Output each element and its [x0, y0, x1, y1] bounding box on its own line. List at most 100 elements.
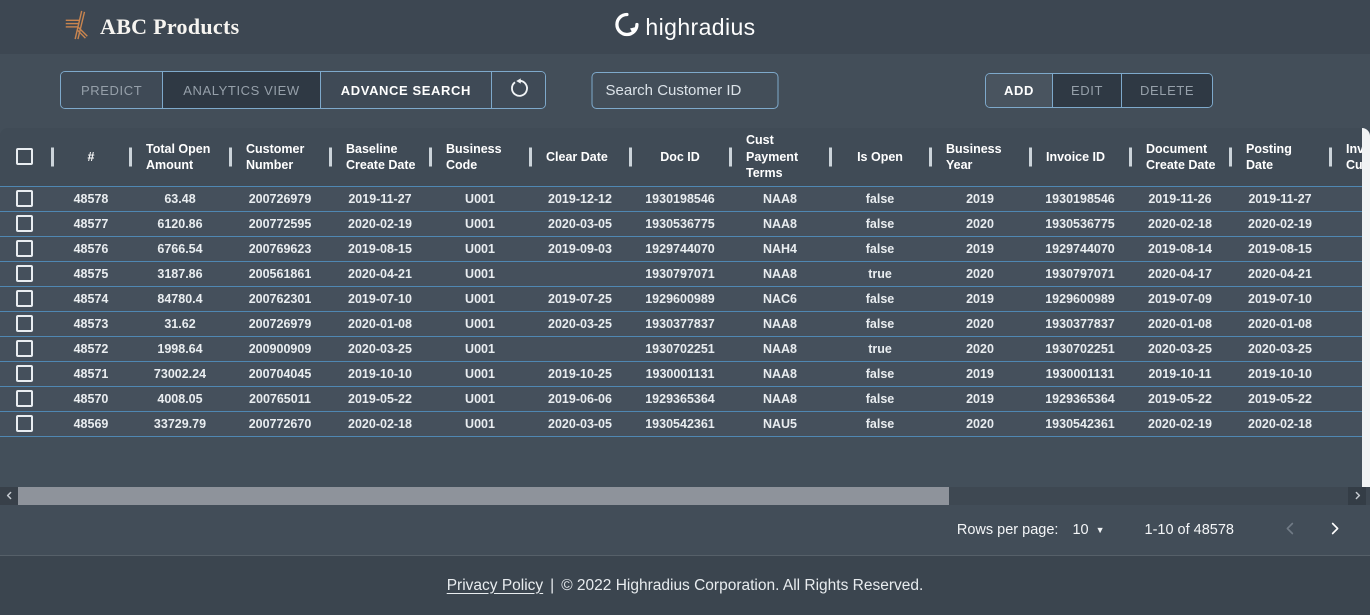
advance-search-button[interactable]: ADVANCE SEARCH [320, 72, 491, 108]
table-cell: 2019-10-25 [530, 361, 630, 386]
add-button[interactable]: ADD [986, 74, 1052, 107]
table-row[interactable]: 4857331.622007269792020-01-08U0012020-03… [0, 311, 1362, 336]
table-cell: 2019 [930, 236, 1030, 261]
row-checkbox[interactable] [16, 390, 33, 407]
vertical-scrollbar[interactable] [1362, 128, 1370, 487]
column-header[interactable]: Business Code [430, 128, 530, 186]
table-cell: 200772595 [230, 211, 330, 236]
table-cell: 1930536775 [1030, 211, 1130, 236]
row-checkbox[interactable] [16, 215, 33, 232]
predict-button[interactable]: PREDICT [61, 72, 162, 108]
column-header[interactable]: Document Create Date [1130, 128, 1230, 186]
table-cell: NAH4 [730, 236, 830, 261]
crud-button-group: ADD EDIT DELETE [985, 73, 1213, 108]
column-header[interactable]: Cust Payment Terms [730, 128, 830, 186]
app-root: ABC Products highradius PREDICT ANALYTIC… [0, 0, 1370, 615]
row-checkbox[interactable] [16, 365, 33, 382]
column-header[interactable]: Customer Number [230, 128, 330, 186]
horizontal-scrollbar-thumb[interactable] [18, 487, 949, 505]
table-cell [1330, 411, 1362, 436]
table-cell: NAA8 [730, 361, 830, 386]
table-cell: 1930797071 [630, 261, 730, 286]
column-header[interactable]: Invoice ID [1030, 128, 1130, 186]
abc-products-logo-icon [62, 9, 92, 46]
column-header[interactable]: Is Open [830, 128, 930, 186]
table-cell: 2020-02-18 [330, 411, 430, 436]
table-cell: 4008.05 [130, 386, 230, 411]
row-checkbox[interactable] [16, 240, 33, 257]
table-cell: 1998.64 [130, 336, 230, 361]
highradius-icon [614, 12, 639, 42]
column-header[interactable]: Posting Date [1230, 128, 1330, 186]
table-cell: false [830, 361, 930, 386]
table-cell: U001 [430, 336, 530, 361]
refresh-button[interactable] [491, 72, 545, 108]
page-range-label: 1-10 of 48578 [1145, 522, 1235, 538]
table-cell: 2019-09-03 [530, 236, 630, 261]
edit-button[interactable]: EDIT [1052, 74, 1121, 107]
horizontal-scrollbar[interactable] [0, 487, 1370, 505]
scroll-right-button[interactable] [1348, 487, 1366, 505]
search-input[interactable] [592, 72, 779, 109]
column-header[interactable]: Total Open Amount [130, 128, 230, 186]
row-checkbox[interactable] [16, 415, 33, 432]
table-cell: 2020 [930, 211, 1030, 236]
previous-page-button[interactable] [1276, 516, 1304, 544]
column-header[interactable]: Business Year [930, 128, 1030, 186]
table-cell: 2019 [930, 386, 1030, 411]
table-cell: 48569 [52, 411, 130, 436]
table-cell [1330, 211, 1362, 236]
table-row[interactable]: 4856933729.792007726702020-02-18U0012020… [0, 411, 1362, 436]
table-cell: 2020-01-08 [330, 311, 430, 336]
table-row[interactable]: 485753187.862005618612020-04-21U00119307… [0, 261, 1362, 286]
rows-per-page-select[interactable]: 10 ▼ [1072, 522, 1104, 538]
analytics-view-button[interactable]: ANALYTICS VIEW [162, 72, 320, 108]
table-cell: 2020-03-25 [530, 311, 630, 336]
table-cell: 2019-10-10 [330, 361, 430, 386]
brand-title: ABC Products [100, 14, 239, 40]
table-cell: 1930198546 [1030, 186, 1130, 211]
column-header[interactable]: Baseline Create Date [330, 128, 430, 186]
scroll-left-button[interactable] [0, 487, 18, 505]
table-cell: 31.62 [130, 311, 230, 336]
next-page-button[interactable] [1320, 516, 1348, 544]
table-cell: U001 [430, 361, 530, 386]
row-checkbox[interactable] [16, 340, 33, 357]
table-cell [1330, 386, 1362, 411]
table-clip: #Total Open AmountCustomer NumberBaselin… [0, 128, 1362, 487]
table-cell: true [830, 261, 930, 286]
table-cell: U001 [430, 286, 530, 311]
privacy-policy-link[interactable]: Privacy Policy [447, 577, 543, 595]
table-cell: 1930198546 [630, 186, 730, 211]
column-header[interactable]: Doc ID [630, 128, 730, 186]
table-cell: 1930001131 [1030, 361, 1130, 386]
dropdown-caret-icon: ▼ [1096, 525, 1105, 535]
row-checkbox[interactable] [16, 315, 33, 332]
row-checkbox-cell [0, 286, 52, 311]
table-row[interactable]: 4857863.482007269792019-11-27U0012019-12… [0, 186, 1362, 211]
table-cell: 1930797071 [1030, 261, 1130, 286]
row-checkbox[interactable] [16, 190, 33, 207]
row-checkbox[interactable] [16, 290, 33, 307]
column-header[interactable]: Clear Date [530, 128, 630, 186]
table-row[interactable]: 485776120.862007725952020-02-19U0012020-… [0, 211, 1362, 236]
row-checkbox[interactable] [16, 265, 33, 282]
table-cell: 2019-10-10 [1230, 361, 1330, 386]
table-cell: false [830, 286, 930, 311]
table-row[interactable]: 4857173002.242007040452019-10-10U0012019… [0, 361, 1362, 386]
table-cell: 2020-03-05 [530, 411, 630, 436]
top-header-bar: ABC Products highradius [0, 0, 1370, 54]
table-row[interactable]: 4857484780.42007623012019-07-10U0012019-… [0, 286, 1362, 311]
select-all-checkbox[interactable] [16, 148, 33, 165]
chevron-right-icon [1327, 521, 1342, 540]
table-cell: false [830, 186, 930, 211]
table-row[interactable]: 485766766.542007696232019-08-15U0012019-… [0, 236, 1362, 261]
chevron-left-icon [5, 487, 14, 505]
table-cell: 2019-05-22 [330, 386, 430, 411]
table-row[interactable]: 485721998.642009009092020-03-25U00119307… [0, 336, 1362, 361]
table-row[interactable]: 485704008.052007650112019-05-22U0012019-… [0, 386, 1362, 411]
table-cell: NAA8 [730, 186, 830, 211]
column-header[interactable]: # [52, 128, 130, 186]
delete-button[interactable]: DELETE [1121, 74, 1212, 107]
column-header[interactable]: Invoice Currency [1330, 128, 1362, 186]
